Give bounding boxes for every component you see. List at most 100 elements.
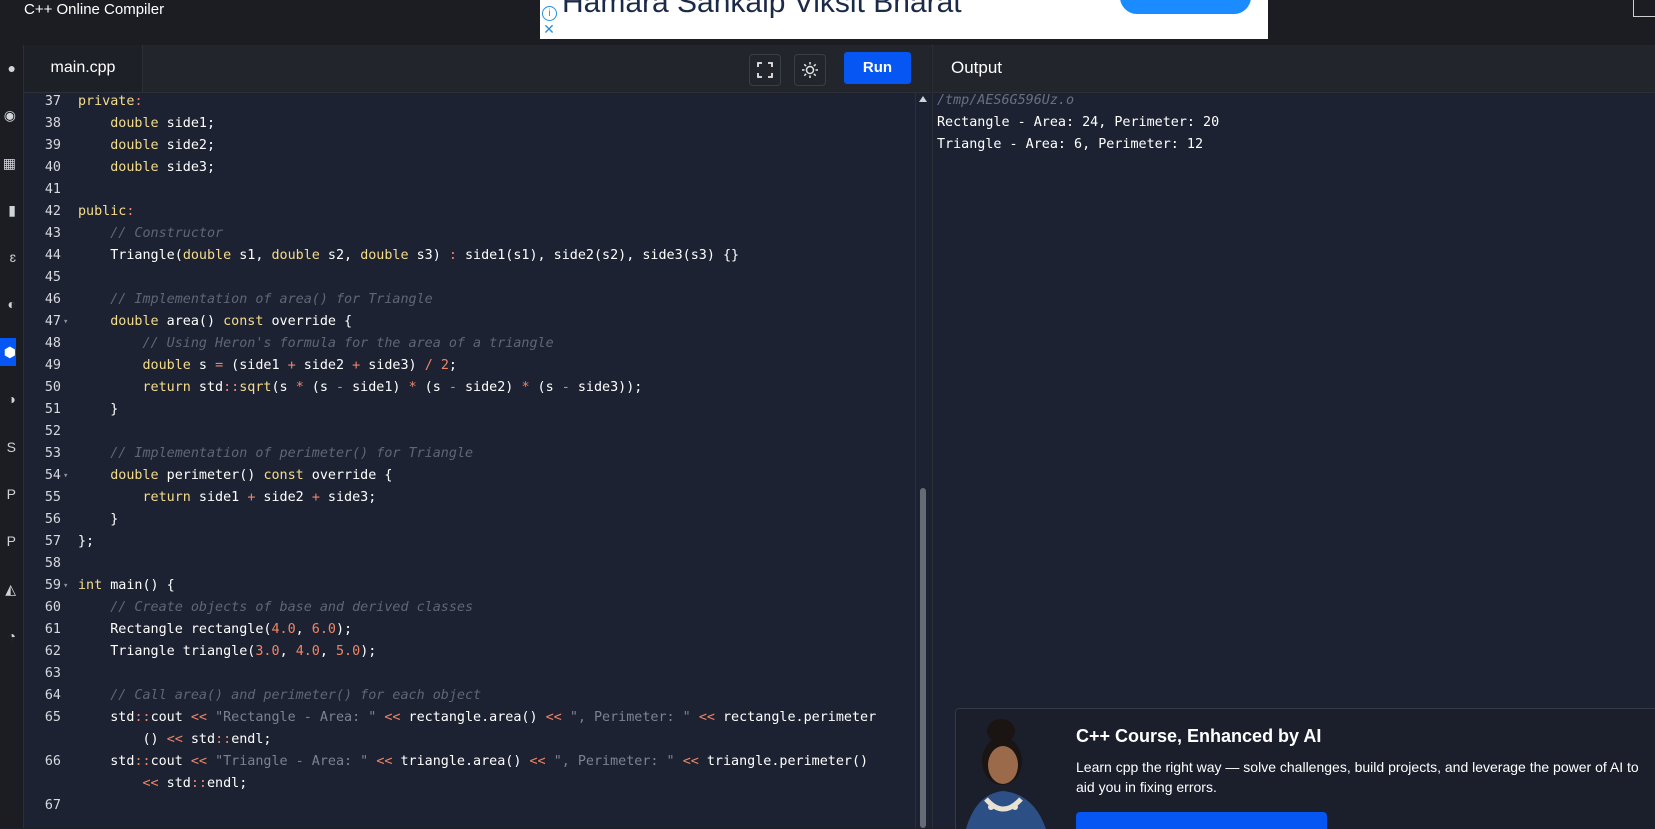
sidebar-icon-3[interactable]: ▦ <box>0 149 16 177</box>
sidebar-icon-6[interactable]: ◐ <box>0 290 16 318</box>
code-line[interactable]: 48 // Using Heron's formula for the area… <box>24 333 915 355</box>
code-token: double <box>110 160 159 175</box>
code-token: area() <box>158 314 224 329</box>
run-button[interactable]: Run <box>844 52 911 84</box>
code-line[interactable]: 44 Triangle(double s1, double s2, double… <box>24 245 915 267</box>
code-line[interactable]: 47 ▾ double area() const override { <box>24 311 915 333</box>
code-line[interactable]: 58 <box>24 553 915 575</box>
code-token: - <box>561 380 570 395</box>
code-line[interactable]: 50 return std::sqrt(s * (s - side1) * (s… <box>24 377 915 399</box>
code-line[interactable]: << std::endl; <box>24 773 915 795</box>
code-line[interactable]: 64 // Call area() and perimeter() for ea… <box>24 685 915 707</box>
ad-banner[interactable]: i ✕ Hamara Sankalp Viksit Bharat <box>540 0 1268 39</box>
fold-toggle-icon[interactable]: ▾ <box>63 311 68 333</box>
code-line[interactable]: 67 <box>24 795 915 817</box>
ad-close-icon[interactable]: ✕ <box>542 22 556 36</box>
code-line[interactable]: 40 double side3; <box>24 157 915 179</box>
code-line[interactable]: 37 private: <box>24 93 915 113</box>
code-line[interactable]: 61 Rectangle rectangle(4.0, 6.0); <box>24 619 915 641</box>
code-line[interactable]: 38 double side1; <box>24 113 915 135</box>
code-line[interactable]: 41 <box>24 179 915 201</box>
course-promo-card[interactable]: C++ Course, Enhanced by AI Learn cpp the… <box>955 708 1655 829</box>
line-number: 40 <box>44 160 61 175</box>
code-text: private: <box>78 93 143 113</box>
sidebar-icon-9[interactable]: S <box>0 433 16 461</box>
code-token: ", Perimeter: " <box>553 754 675 769</box>
sidebar-icon-1[interactable]: ● <box>0 54 16 82</box>
code-text: // Implementation of perimeter() for Tri… <box>78 443 473 465</box>
code-line[interactable]: 63 <box>24 663 915 685</box>
file-tab-main-cpp[interactable]: main.cpp <box>24 45 143 92</box>
code-line[interactable]: 39 double side2; <box>24 135 915 157</box>
code-token: s3) <box>408 248 449 263</box>
code-editor[interactable]: 37 private: 38 double side1; 39 double side… <box>24 93 915 828</box>
code-token: main() { <box>102 578 175 593</box>
editor-scroll-thumb[interactable] <box>920 488 926 828</box>
course-description: Learn cpp the right way — solve challeng… <box>1076 759 1639 795</box>
line-number: 62 <box>44 644 61 659</box>
code-line[interactable]: 49 double s = (side1 + side2 + side3) / … <box>24 355 915 377</box>
sidebar-icon-8[interactable]: ◑ <box>0 385 16 413</box>
line-number: 59 <box>44 578 61 593</box>
code-line[interactable]: () << std::endl; <box>24 729 915 751</box>
sidebar-icon-12[interactable]: ◭ <box>0 575 16 603</box>
code-token: double <box>110 468 159 483</box>
code-line[interactable]: 57}; <box>24 531 915 553</box>
line-number: 48 <box>44 336 61 351</box>
sidebar-icon-2[interactable]: ◉ <box>0 101 16 129</box>
sidebar-icon-10[interactable]: P <box>0 480 16 508</box>
code-line[interactable]: 43 // Constructor <box>24 223 915 245</box>
fold-toggle-icon[interactable]: ▾ <box>63 465 68 487</box>
fold-toggle-icon[interactable]: ▾ <box>63 575 68 597</box>
sidebar-icon-13[interactable]: ◔ <box>0 622 16 650</box>
code-line[interactable]: 54 ▾ double perimeter() const override { <box>24 465 915 487</box>
code-token: : <box>448 248 457 263</box>
sidebar-icon-5[interactable]: ɛ <box>0 243 16 271</box>
ad-info-icon[interactable]: i <box>542 6 557 21</box>
code-line[interactable]: 42 public: <box>24 201 915 223</box>
code-token: Triangle( <box>78 248 183 263</box>
code-token: s2, <box>319 248 361 263</box>
code-text: std::cout << "Rectangle - Area: " << rec… <box>78 707 876 729</box>
code-line[interactable]: 62 Triangle triangle(3.0, 4.0, 5.0); <box>24 641 915 663</box>
code-text: } <box>78 509 118 531</box>
code-token: endl; <box>231 732 272 747</box>
fullscreen-button[interactable] <box>749 54 781 86</box>
code-line[interactable]: 60 // Create objects of base and derived… <box>24 597 915 619</box>
line-number: 63 <box>44 666 61 681</box>
line-number: 41 <box>44 182 61 197</box>
code-line[interactable]: 45 <box>24 267 915 289</box>
cpp-language-icon[interactable]: ⬢ <box>0 338 16 366</box>
code-line[interactable]: 55 return side1 + side2 + side3; <box>24 487 915 509</box>
code-line[interactable]: 51 } <box>24 399 915 421</box>
ad-cta-button[interactable] <box>1120 0 1251 14</box>
course-cta-button[interactable] <box>1076 812 1327 829</box>
code-line[interactable]: 65 std::cout << "Rectangle - Area: " << … <box>24 707 915 729</box>
code-line[interactable]: 59 ▾ int main() { <box>24 575 915 597</box>
line-number: 39 <box>44 138 61 153</box>
code-line[interactable]: 66 std::cout << "Triangle - Area: " << t… <box>24 751 915 773</box>
code-token: side3) <box>360 358 425 373</box>
code-token: 5.0 <box>336 644 361 659</box>
theme-toggle-button[interactable] <box>794 54 826 86</box>
sidebar-icon-4[interactable]: ▮ <box>0 196 16 224</box>
line-number: 52 <box>44 424 61 439</box>
code-text: () << std::endl; <box>78 729 272 751</box>
code-token: // Using Heron's formula for the area of… <box>142 336 554 351</box>
code-text: public: <box>78 201 134 223</box>
code-token: const <box>223 314 264 329</box>
sidebar-icon-11[interactable]: P <box>0 527 16 555</box>
scroll-up-arrow-icon[interactable] <box>919 96 927 102</box>
code-token: return <box>142 490 191 505</box>
code-line[interactable]: 52 <box>24 421 915 443</box>
top-right-button[interactable] <box>1633 0 1655 17</box>
line-number: 55 <box>44 490 61 505</box>
code-token: :: <box>190 776 207 791</box>
line-number: 65 <box>44 710 61 725</box>
code-token: side3; <box>319 490 377 505</box>
code-line[interactable]: 53 // Implementation of perimeter() for … <box>24 443 915 465</box>
code-line[interactable]: 46 // Implementation of area() for Trian… <box>24 289 915 311</box>
code-line[interactable]: 56 } <box>24 509 915 531</box>
